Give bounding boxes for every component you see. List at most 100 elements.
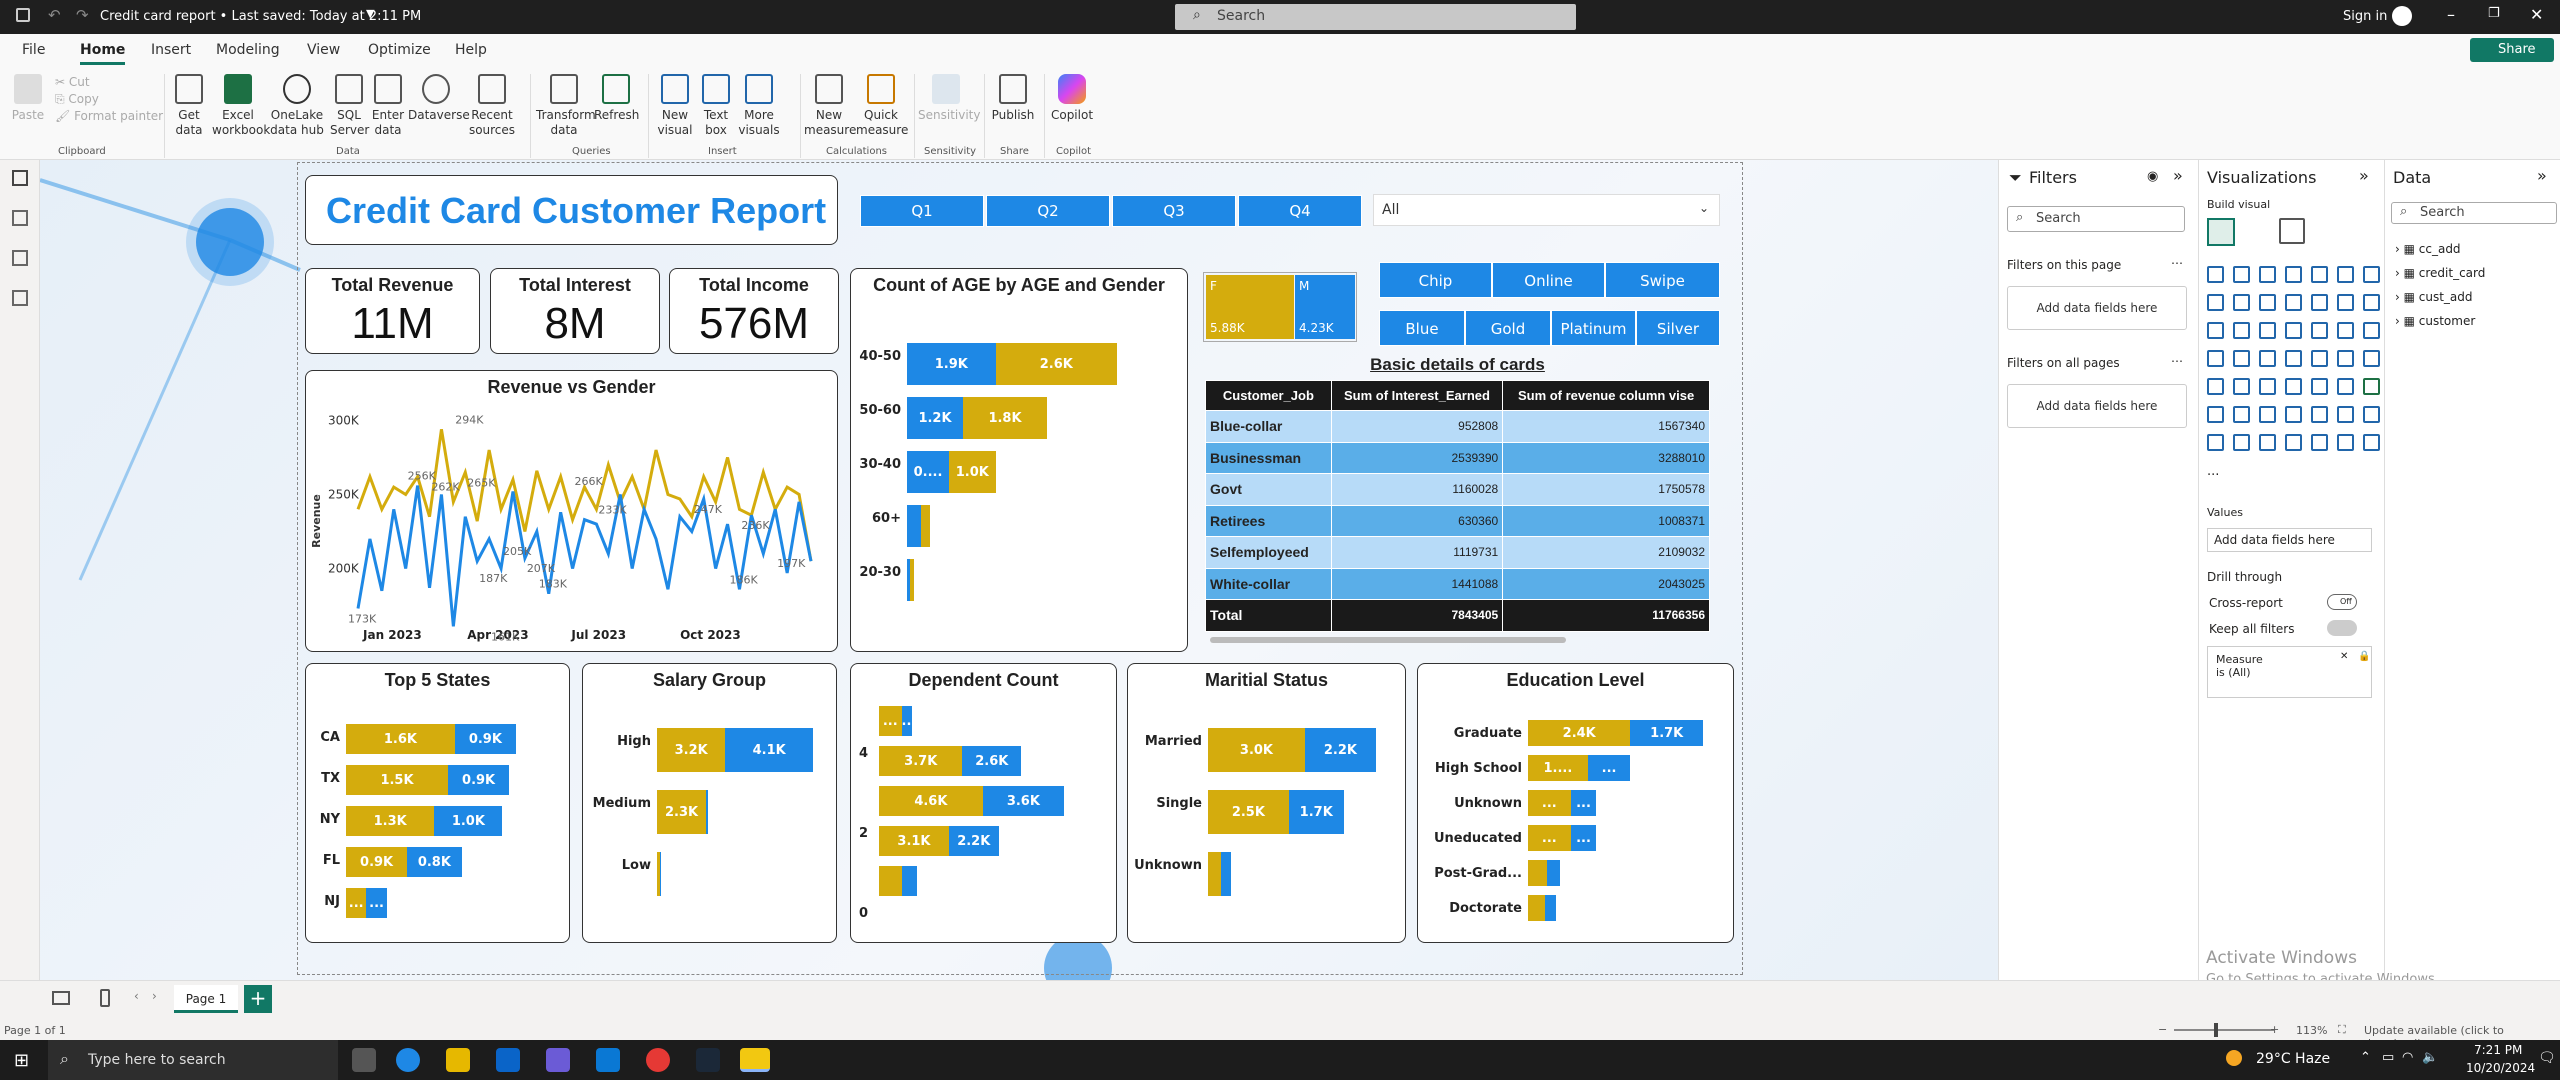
table-view-icon[interactable] <box>12 210 28 226</box>
media-player-icon[interactable] <box>546 1048 570 1072</box>
visual-type-icon[interactable] <box>2233 350 2250 367</box>
visual-type-icon[interactable] <box>2259 434 2276 451</box>
age-bars[interactable]: 40-50 1.9K 2.6K 50-60 1.2K 1.8K 30-40 0.... 1.0K… <box>851 269 1187 649</box>
prev-page-icon[interactable]: ‹ <box>134 989 139 1003</box>
data-table-item[interactable]: › ▦ customer <box>2395 314 2475 328</box>
line-chart-svg[interactable]: 200K250K300KRevenueJan 2023 Apr 2023 Jul 2… <box>306 401 836 651</box>
get-data-button[interactable]: Get data <box>168 74 210 138</box>
visual-type-icon[interactable] <box>2363 294 2380 311</box>
bar-segment-first[interactable]: 1.... <box>1528 755 1588 781</box>
visual-type-icon[interactable] <box>2337 434 2354 451</box>
visual-type-icon[interactable] <box>2259 294 2276 311</box>
bar-segment-second[interactable]: 2.6K <box>962 746 1022 776</box>
visual-type-icon[interactable] <box>2259 266 2276 283</box>
bar-segment-first[interactable]: 1.5K <box>346 765 448 795</box>
minimize-icon[interactable]: – <box>2447 5 2455 24</box>
bar-segment-first[interactable] <box>1528 860 1548 886</box>
weather-text[interactable]: 29°C Haze <box>2256 1051 2330 1067</box>
copy-button[interactable]: ⎘ Copy <box>55 91 163 108</box>
sensitivity-button[interactable]: Sensitivity <box>918 74 980 123</box>
bar-segment-first[interactable]: 0.9K <box>346 847 408 877</box>
bar-segment-first[interactable]: 3.7K <box>879 746 963 776</box>
windows-start-icon[interactable]: ⊞ <box>14 1050 29 1071</box>
bar-segment-first[interactable] <box>1528 895 1546 921</box>
format-painter-button[interactable]: 🖌 Format painter <box>55 108 163 125</box>
save-icon[interactable] <box>16 8 30 22</box>
more-visuals-button[interactable]: More visuals <box>734 74 784 138</box>
table-row[interactable]: Businessman 2539390 3288010 <box>1205 441 1710 474</box>
visual-type-icon[interactable] <box>2285 322 2302 339</box>
bar-segment-second[interactable]: ... <box>901 706 912 736</box>
column-header[interactable]: Sum of revenue column vise <box>1502 380 1710 411</box>
bar-segment-first[interactable]: 2.4K <box>1528 720 1631 746</box>
bar-segment-second[interactable]: 1.7K <box>1630 720 1703 746</box>
visual-type-icon[interactable] <box>2233 434 2250 451</box>
visual-type-icon[interactable] <box>2363 378 2380 395</box>
redo-icon[interactable]: ↷ <box>76 6 89 24</box>
visual-type-icon[interactable] <box>2259 322 2276 339</box>
edge-icon[interactable] <box>396 1048 420 1072</box>
cut-button[interactable]: ✂ Cut <box>55 74 163 91</box>
column-header[interactable]: Customer_Job <box>1205 380 1332 411</box>
next-page-icon[interactable]: › <box>152 989 157 1003</box>
notifications-icon[interactable]: 🗨 <box>2538 1050 2556 1066</box>
close-icon[interactable]: ✕ <box>2530 5 2543 24</box>
bar-segment-second[interactable]: 0.9K <box>454 724 516 754</box>
visual-type-icon[interactable] <box>2337 406 2354 423</box>
steam-icon[interactable] <box>696 1048 720 1072</box>
bar-segment-first[interactable]: ... <box>1528 790 1571 816</box>
bar-segment-second[interactable]: 3.6K <box>982 786 1064 816</box>
tray-overflow-icon[interactable]: ⌃ <box>2360 1050 2371 1065</box>
card-silver-button[interactable]: Silver <box>1636 310 1720 346</box>
bar-segment-second[interactable] <box>909 559 915 601</box>
eye-icon[interactable]: ◉ <box>2147 169 2158 184</box>
bar-segment-second[interactable]: 1.0K <box>434 806 503 836</box>
bar-segment-second[interactable]: 1.0K <box>949 451 996 493</box>
bar-segment-second[interactable]: 1.8K <box>963 397 1047 439</box>
desktop-layout-icon[interactable] <box>52 991 70 1005</box>
bar-segment-first[interactable]: 3.1K <box>879 826 949 856</box>
bar-segment-second[interactable]: ... <box>366 888 387 918</box>
build-visual-icon[interactable] <box>2207 218 2235 246</box>
transform-data-button[interactable]: Transform data <box>536 74 596 138</box>
card-chip-button[interactable]: Chip <box>1379 262 1492 298</box>
restore-icon[interactable]: ❐ <box>2488 6 2500 21</box>
bar-segment-first[interactable]: ... <box>879 706 902 736</box>
visual-type-icon[interactable] <box>2311 378 2328 395</box>
tab-view[interactable]: View <box>307 42 340 58</box>
more-options-icon[interactable]: ⋯ <box>2171 354 2183 368</box>
bar-segment-first[interactable]: 2.3K <box>657 790 707 834</box>
visual-type-icon[interactable] <box>2337 294 2354 311</box>
zoom-slider[interactable] <box>2174 1023 2274 1037</box>
paste-button[interactable]: Paste <box>10 74 46 123</box>
copilot-button[interactable]: Copilot <box>1048 74 1096 123</box>
bar-segment-first[interactable]: 1.6K <box>346 724 455 754</box>
bar-segment-second[interactable] <box>921 505 931 547</box>
onelake-button[interactable]: OneLake data hub <box>268 74 326 138</box>
bar-segment-second[interactable]: ... <box>1587 755 1631 781</box>
fit-page-icon[interactable]: ⛶ <box>2338 1023 2346 1037</box>
visual-type-icon[interactable] <box>2233 266 2250 283</box>
sql-server-button[interactable]: SQL Server <box>330 74 369 138</box>
clock-date[interactable]: 10/20/2024 <box>2466 1061 2535 1075</box>
volume-icon[interactable]: 🔈 <box>2422 1050 2438 1065</box>
data-search-input[interactable]: ⌕ Search <box>2391 202 2557 224</box>
table-row[interactable]: Retirees 630360 1008371 <box>1205 504 1710 537</box>
bar-segment-second[interactable] <box>1547 860 1560 886</box>
page-tab-1[interactable]: Page 1 <box>174 985 238 1013</box>
visual-type-icon[interactable] <box>2285 294 2302 311</box>
bar-segment-second[interactable]: ... <box>1570 790 1597 816</box>
visual-type-icon[interactable] <box>2311 406 2328 423</box>
visual-type-icon[interactable] <box>2259 406 2276 423</box>
card-blue-button[interactable]: Blue <box>1379 310 1465 346</box>
column-header[interactable]: Sum of Interest_Earned <box>1330 380 1504 411</box>
visual-type-icon[interactable] <box>2259 378 2276 395</box>
report-view-icon[interactable] <box>12 170 28 186</box>
mail-icon[interactable] <box>496 1048 520 1072</box>
publish-button[interactable]: Publish <box>988 74 1038 123</box>
more-options-icon[interactable]: ⋯ <box>2171 256 2183 270</box>
salary-bars[interactable]: High 3.2K 4.1K Medium 2.3K Low <box>583 664 836 940</box>
card-swipe-button[interactable]: Swipe <box>1605 262 1720 298</box>
cross-report-toggle[interactable]: Off <box>2327 594 2357 610</box>
bar-segment-second[interactable]: 0.8K <box>407 847 462 877</box>
